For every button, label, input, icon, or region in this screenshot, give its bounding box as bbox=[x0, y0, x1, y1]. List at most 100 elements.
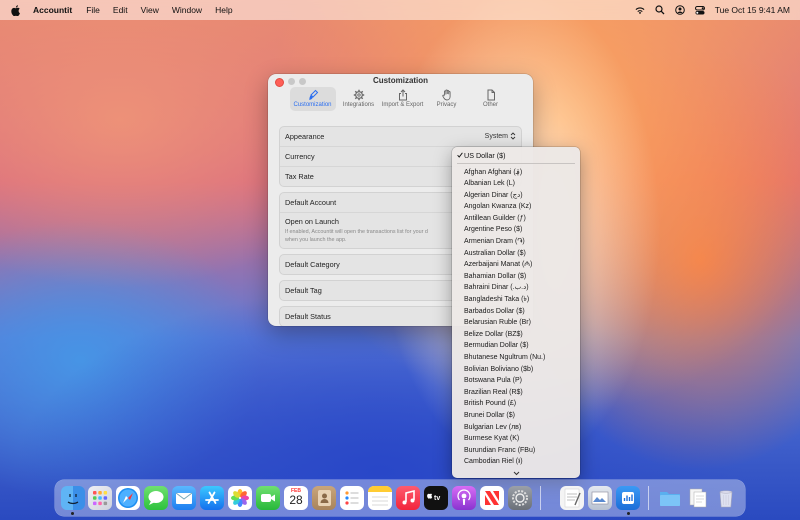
messages-icon[interactable] bbox=[144, 486, 168, 510]
tax-rate-label: Tax Rate bbox=[285, 172, 314, 181]
currency-option[interactable]: Barbados Dollar ($) bbox=[452, 306, 580, 318]
currency-option[interactable]: Burundian Franc (FBu) bbox=[452, 445, 580, 457]
tab-label: Privacy bbox=[436, 102, 457, 108]
dock-separator bbox=[648, 486, 649, 510]
facetime-icon[interactable] bbox=[256, 486, 280, 510]
currency-option[interactable]: Belarusian Ruble (Br) bbox=[452, 317, 580, 329]
currency-option[interactable]: Bolivian Boliviano ($b) bbox=[452, 364, 580, 376]
currency-option[interactable]: Australian Dollar ($) bbox=[452, 248, 580, 260]
tab-import-export[interactable]: Import & Export bbox=[382, 87, 424, 111]
currency-option[interactable]: Cambodian Riel (៛) bbox=[452, 456, 580, 468]
trash-icon[interactable] bbox=[714, 486, 738, 510]
currency-option[interactable]: Albanian Lek (L) bbox=[452, 178, 580, 190]
share-icon bbox=[397, 89, 409, 101]
app-store-icon[interactable] bbox=[200, 486, 224, 510]
default-status-label: Default Status bbox=[285, 312, 331, 321]
reminders-icon[interactable] bbox=[340, 486, 364, 510]
currency-option[interactable]: Azerbaijani Manat (₼) bbox=[452, 259, 580, 271]
contacts-icon[interactable] bbox=[312, 486, 336, 510]
system-settings-icon[interactable] bbox=[508, 486, 532, 510]
tab-label: Integrations bbox=[342, 102, 375, 108]
notes-icon[interactable] bbox=[368, 486, 392, 510]
appearance-row: Appearance System bbox=[280, 127, 521, 146]
menu-app-name[interactable]: Accountit bbox=[33, 5, 72, 15]
currency-option[interactable]: Algerian Dinar (دج) bbox=[452, 190, 580, 202]
default-category-label: Default Category bbox=[285, 260, 340, 269]
running-indicator bbox=[627, 512, 630, 515]
currency-option[interactable]: Bulgarian Lev (лв) bbox=[452, 422, 580, 434]
menu-window[interactable]: Window bbox=[172, 5, 202, 15]
currency-option[interactable]: Bermudian Dollar ($) bbox=[452, 340, 580, 352]
currency-option-selected[interactable]: US Dollar ($) bbox=[452, 147, 580, 163]
photos-icon[interactable] bbox=[228, 486, 252, 510]
apple-tv-icon[interactable]: tv bbox=[424, 486, 448, 510]
window-titlebar: Customization Customization Integrations… bbox=[268, 74, 533, 126]
document-icon bbox=[485, 89, 497, 101]
currency-option[interactable]: Bahamian Dollar ($) bbox=[452, 271, 580, 283]
currency-label: Currency bbox=[285, 152, 315, 161]
gear-icon bbox=[353, 89, 365, 101]
currency-option[interactable]: Argentine Peso ($) bbox=[452, 224, 580, 236]
tab-privacy[interactable]: Privacy bbox=[426, 87, 468, 111]
checkmark-icon bbox=[457, 151, 464, 160]
tab-customization[interactable]: Customization bbox=[289, 87, 336, 111]
currency-option[interactable]: Bhutanese Ngultrum (Nu.) bbox=[452, 352, 580, 364]
music-icon[interactable] bbox=[396, 486, 420, 510]
default-tag-label: Default Tag bbox=[285, 286, 322, 295]
default-account-label: Default Account bbox=[285, 198, 337, 207]
currency-option-label: US Dollar ($) bbox=[464, 150, 506, 160]
scroll-down-chevron-icon[interactable] bbox=[452, 469, 580, 477]
settings-toolbar: Customization Integrations Import & Expo… bbox=[268, 87, 533, 111]
menu-clock[interactable]: Tue Oct 15 9:41 AM bbox=[715, 5, 790, 15]
tab-other[interactable]: Other bbox=[470, 87, 512, 111]
currency-option[interactable]: Belize Dollar (BZ$) bbox=[452, 329, 580, 341]
calendar-day: 28 bbox=[289, 493, 303, 507]
currency-option[interactable]: Brunei Dollar ($) bbox=[452, 410, 580, 422]
currency-option[interactable]: Bahraini Dinar (.د.ب) bbox=[452, 282, 580, 294]
menu-view[interactable]: View bbox=[141, 5, 159, 15]
folder-icon[interactable] bbox=[658, 486, 682, 510]
tab-integrations[interactable]: Integrations bbox=[338, 87, 380, 111]
appearance-value: System bbox=[484, 133, 508, 140]
finder-icon[interactable] bbox=[61, 486, 85, 510]
dock-separator bbox=[540, 486, 541, 510]
svg-text:tv: tv bbox=[434, 495, 440, 502]
calendar-icon[interactable]: FEB 28 bbox=[284, 486, 308, 510]
menu-help[interactable]: Help bbox=[215, 5, 232, 15]
currency-option[interactable]: Armenian Dram (֏) bbox=[452, 236, 580, 248]
paintbrush-icon bbox=[307, 89, 319, 101]
currency-option[interactable]: Bangladeshi Taka (৳) bbox=[452, 294, 580, 306]
textedit-icon[interactable] bbox=[560, 486, 584, 510]
preview-icon[interactable] bbox=[588, 486, 612, 510]
currency-option[interactable]: Botswana Pula (P) bbox=[452, 375, 580, 387]
control-center-icon[interactable] bbox=[694, 5, 705, 15]
appearance-label: Appearance bbox=[285, 132, 325, 141]
hand-icon bbox=[441, 89, 453, 101]
menu-edit[interactable]: Edit bbox=[113, 5, 128, 15]
dock: FEB 28 tv bbox=[55, 480, 745, 516]
tab-label: Import & Export bbox=[381, 102, 424, 108]
appearance-popup[interactable]: System bbox=[484, 131, 516, 142]
currency-options-list: Afghan Afghani (؋) Albanian Lek (L) Algeri… bbox=[452, 167, 580, 468]
launchpad-icon[interactable] bbox=[88, 486, 112, 510]
currency-option[interactable]: Angolan Kwanza (Kz) bbox=[452, 201, 580, 213]
accountit-app-icon[interactable] bbox=[616, 486, 640, 510]
currency-option[interactable]: Antillean Guilder (ƒ) bbox=[452, 213, 580, 225]
menu-file[interactable]: File bbox=[86, 5, 100, 15]
safari-icon[interactable] bbox=[116, 486, 140, 510]
wifi-icon[interactable] bbox=[635, 5, 645, 15]
downloads-stack-icon[interactable] bbox=[686, 486, 710, 510]
podcasts-icon[interactable] bbox=[452, 486, 476, 510]
currency-option[interactable]: Afghan Afghani (؋) bbox=[452, 167, 580, 179]
menu-separator bbox=[457, 163, 575, 164]
user-account-icon[interactable] bbox=[674, 5, 685, 15]
apple-logo-icon[interactable] bbox=[11, 4, 21, 16]
currency-option[interactable]: Burmese Kyat (K) bbox=[452, 433, 580, 445]
search-icon[interactable] bbox=[655, 5, 665, 15]
mail-icon[interactable] bbox=[172, 486, 196, 510]
currency-option[interactable]: Brazilian Real (R$) bbox=[452, 387, 580, 399]
tab-label: Customization bbox=[293, 102, 332, 108]
window-title: Customization bbox=[372, 76, 429, 85]
currency-option[interactable]: British Pound (£) bbox=[452, 398, 580, 410]
news-icon[interactable] bbox=[480, 486, 504, 510]
